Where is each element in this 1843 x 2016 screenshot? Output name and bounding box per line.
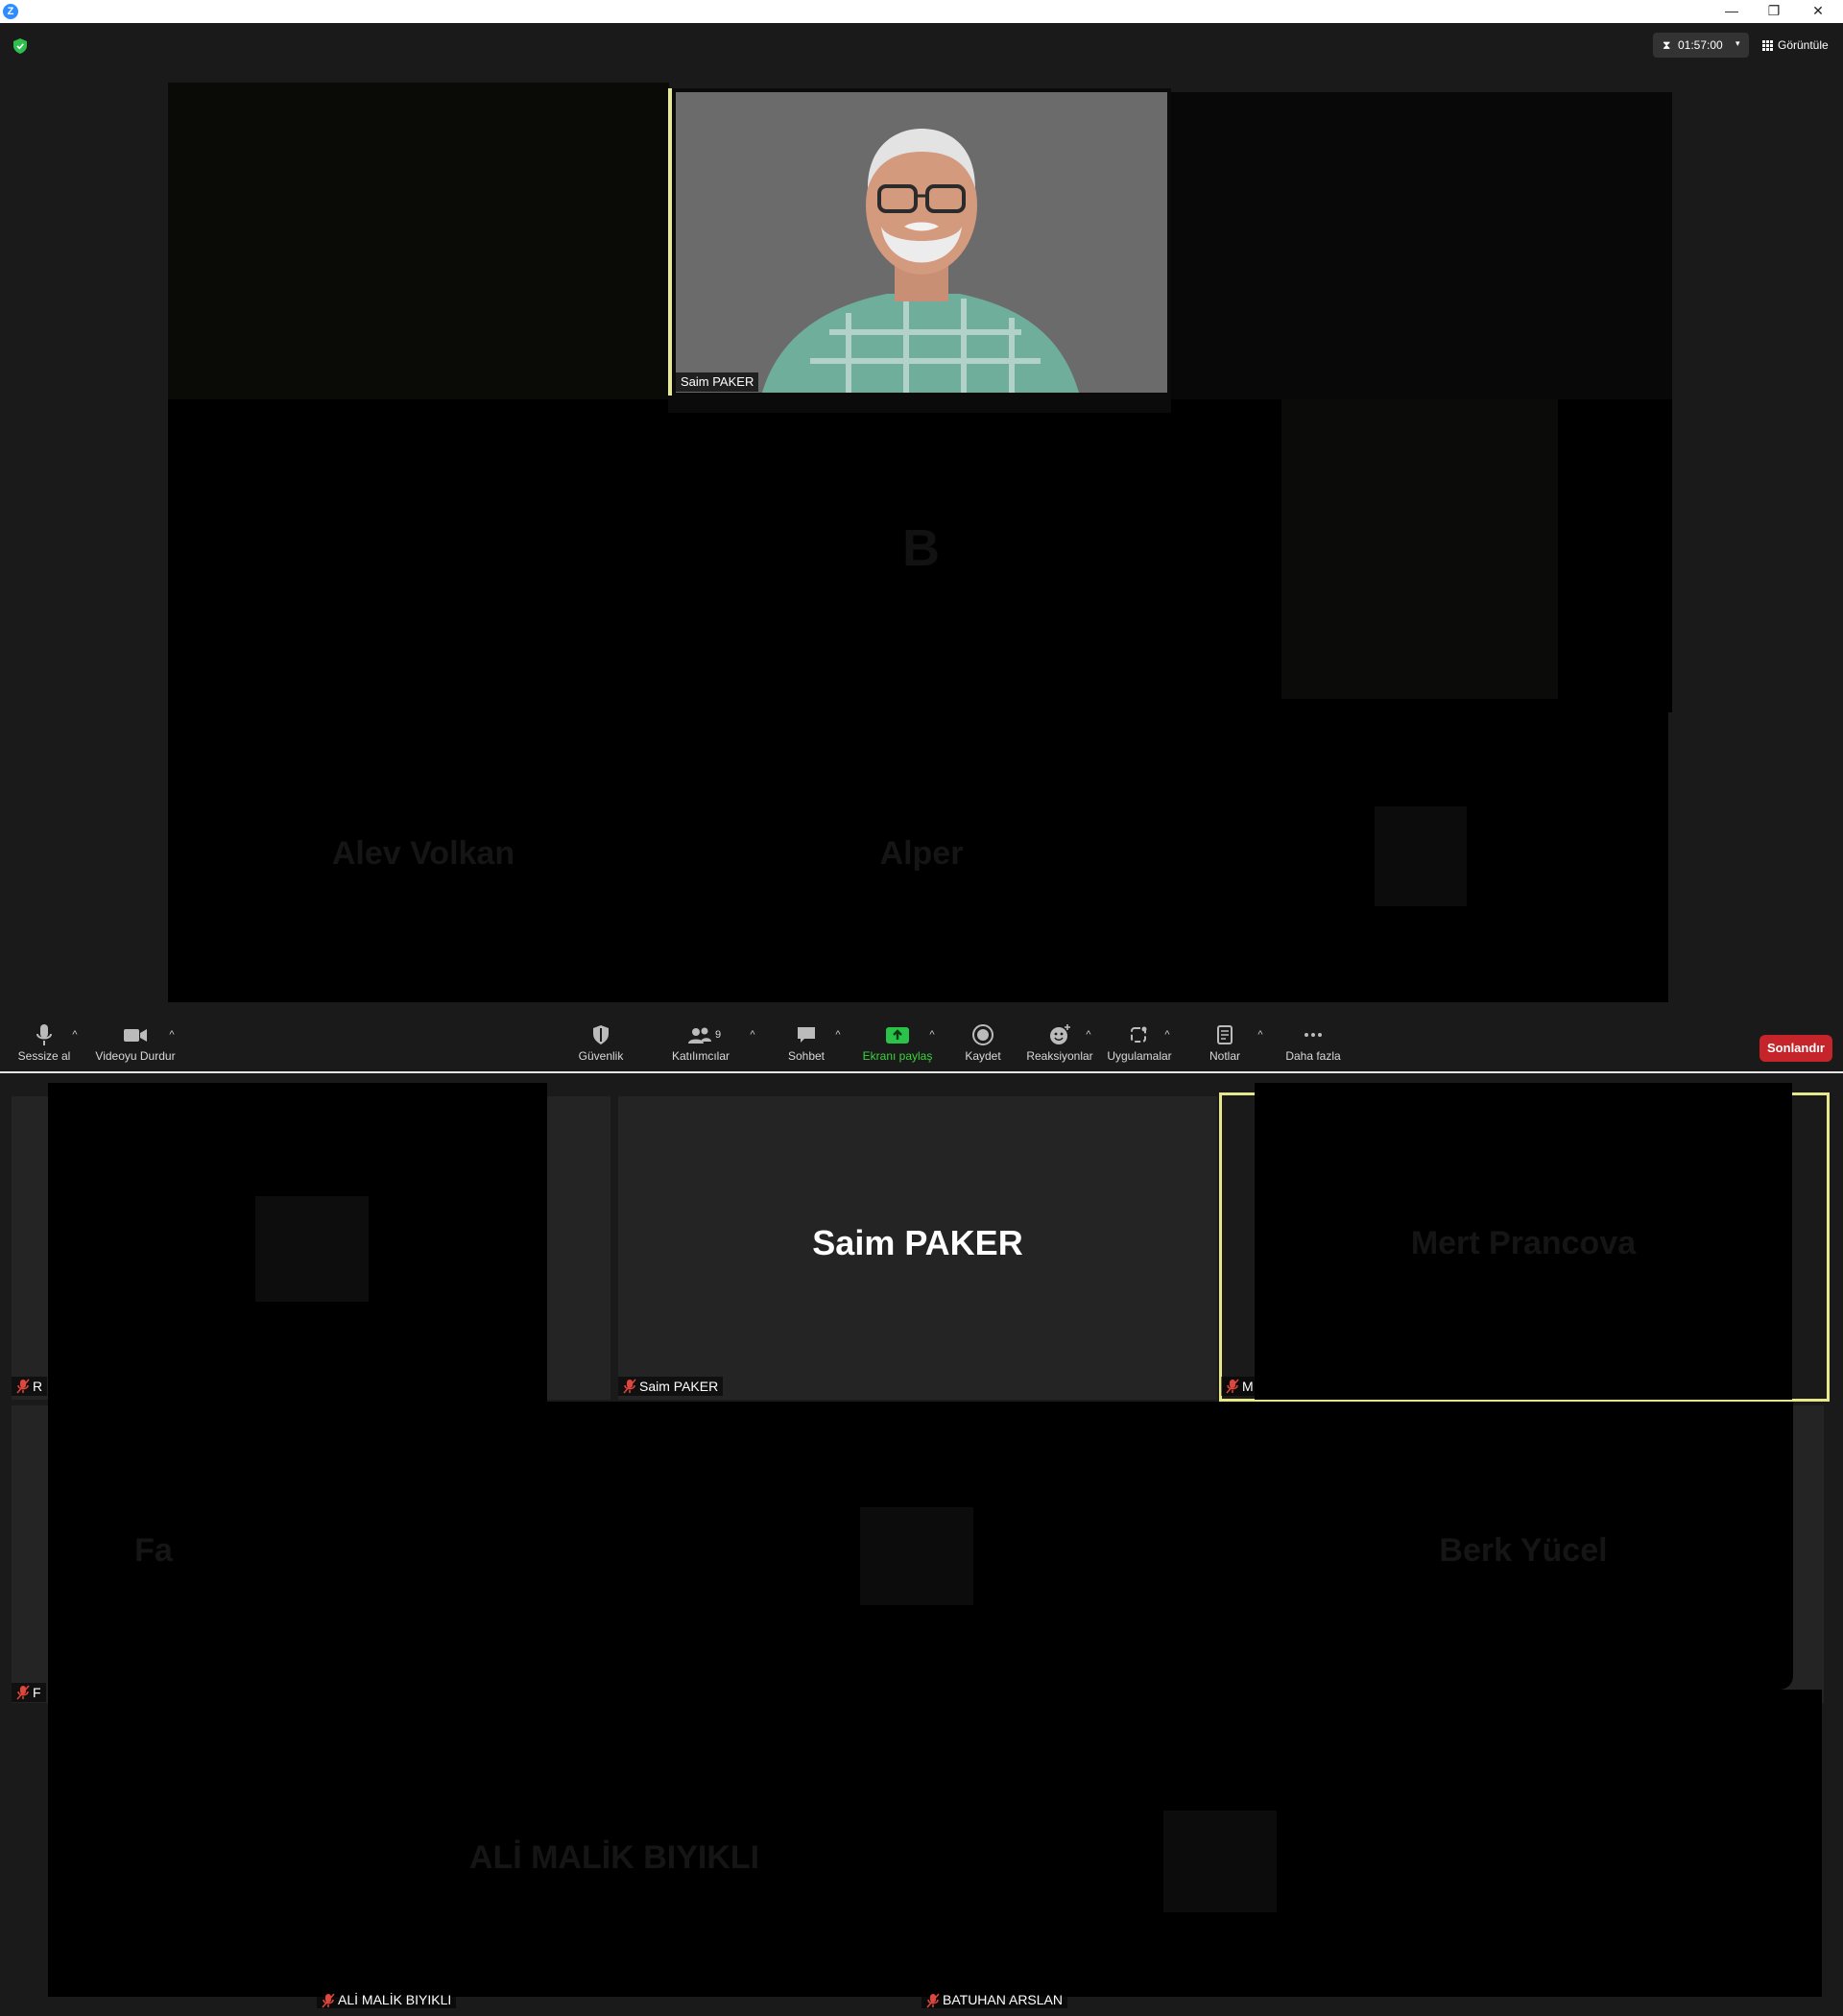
hourglass-icon: ⧗ (1663, 38, 1671, 52)
participants-label: Katılımcılar (671, 1049, 730, 1063)
chat-options-caret[interactable]: ^ (831, 1029, 845, 1041)
speaker-person-image (762, 129, 1079, 393)
apps-options-caret[interactable]: ^ (1161, 1029, 1174, 1041)
apps-icon (1131, 1026, 1147, 1043)
mic-muted-icon (1226, 1379, 1239, 1394)
video-tile-1[interactable] (168, 83, 669, 399)
window-title: Zoom Toplantı (23, 4, 103, 18)
more-button[interactable]: Daha fazla (1279, 1023, 1348, 1063)
participant-name-ghost: Berk Yücel (1439, 1532, 1608, 1569)
active-speaker-border (668, 88, 672, 396)
profile-picture (1163, 1811, 1277, 1912)
mic-muted-icon (16, 1379, 30, 1394)
record-icon (972, 1024, 993, 1045)
participant-name-ghost: Alev Volkan (331, 835, 515, 872)
notes-options-caret[interactable]: ^ (1254, 1029, 1267, 1041)
chat-label: Sohbet (787, 1049, 826, 1063)
participant-name-text: F (33, 1685, 41, 1700)
overlay-cover (48, 1690, 1822, 1997)
avatar-letter: B (902, 519, 940, 577)
video-camera-icon (124, 1029, 147, 1042)
share-screen-icon (886, 1027, 909, 1044)
participant-name-text: BATUHAN ARSLAN (943, 1992, 1063, 2007)
video-tile-6[interactable] (1281, 399, 1558, 699)
profile-picture (1375, 806, 1467, 906)
mute-options-caret[interactable]: ^ (68, 1029, 82, 1041)
notes-label: Notlar (1209, 1049, 1240, 1063)
security-label: Güvenlik (578, 1049, 624, 1063)
zoom-logo-icon: Z (3, 4, 18, 19)
view-label: Görüntüle (1778, 38, 1829, 52)
end-meeting-button[interactable]: Sonlandır (1759, 1035, 1832, 1062)
share-screen-label: Ekranı paylaş (862, 1049, 933, 1063)
mic-muted-icon (322, 1993, 335, 2008)
view-button[interactable]: Görüntüle (1757, 33, 1833, 58)
security-shield-icon (593, 1025, 609, 1044)
notes-button[interactable]: Notlar (1198, 1023, 1252, 1063)
profile-picture (860, 1507, 973, 1605)
participant-name-large: Saim PAKER (812, 1223, 1023, 1262)
chevron-down-icon: ▾ (1735, 38, 1740, 48)
mic-muted-icon (16, 1685, 30, 1700)
chat-bubble-icon (798, 1027, 815, 1043)
active-speaker-name: Saim PAKER (676, 372, 759, 392)
participants-button[interactable]: Katılımcılar (670, 1023, 731, 1063)
microphone-icon (36, 1024, 52, 1045)
participant-name-text: ALİ MALİK BIYIKLI (338, 1992, 452, 2007)
close-button[interactable]: ✕ (1797, 0, 1839, 23)
video-tile-3[interactable] (1171, 92, 1672, 399)
participant-name-label: Saim PAKER (618, 1377, 724, 1396)
share-screen-button[interactable]: Ekranı paylaş (860, 1023, 935, 1063)
timer-value: 01:57:00 (1678, 38, 1723, 52)
restore-button[interactable]: ❐ (1753, 0, 1795, 23)
participants-count: 9 (715, 1029, 722, 1041)
chat-button[interactable]: Sohbet (779, 1023, 833, 1063)
title-bar (0, 0, 1843, 23)
stop-video-label: Videoyu Durdur (95, 1049, 176, 1063)
minimize-button[interactable]: — (1711, 0, 1753, 23)
reactions-smiley-icon (1050, 1024, 1070, 1044)
grid-view-icon (1762, 40, 1773, 51)
active-speaker-video[interactable] (676, 92, 1167, 393)
more-dots-icon (1304, 1033, 1322, 1037)
encryption-shield-icon[interactable] (13, 38, 27, 54)
security-button[interactable]: Güvenlik (574, 1023, 628, 1063)
participant-name-ghost: ALİ MALİK BIYIKLI (468, 1839, 760, 1876)
participant-name-text: Saim PAKER (639, 1379, 719, 1394)
participant-name-label: F (12, 1683, 46, 1702)
apps-label: Uygulamalar (1107, 1049, 1172, 1063)
video-options-caret[interactable]: ^ (165, 1029, 179, 1041)
participant-name-ghost: Fa (134, 1532, 173, 1569)
participant-name-ghost: Alper (879, 835, 964, 872)
profile-picture (255, 1196, 369, 1302)
participants-icon (688, 1027, 711, 1044)
meeting-timer[interactable]: ⧗ 01:57:00 ▾ (1653, 33, 1749, 58)
participant-name-label: BATUHAN ARSLAN (922, 1991, 1067, 2008)
participant-name-text: R (33, 1379, 43, 1394)
reactions-options-caret[interactable]: ^ (1082, 1029, 1095, 1041)
participant-name-label: M (1221, 1377, 1258, 1396)
gallery-tile-saim[interactable]: Saim PAKER (618, 1096, 1217, 1400)
participant-name-ghost: Mert Prancova (1410, 1225, 1637, 1261)
mute-button[interactable]: Sessize al (17, 1023, 71, 1063)
more-label: Daha fazla (1285, 1049, 1341, 1063)
mic-muted-icon (623, 1379, 636, 1394)
mic-muted-icon (926, 1993, 940, 2008)
participants-options-caret[interactable]: ^ (746, 1029, 759, 1041)
participant-name-label: ALİ MALİK BIYIKLI (317, 1991, 457, 2008)
participant-name-text: M (1242, 1379, 1254, 1394)
record-button[interactable]: Kaydet (956, 1023, 1010, 1063)
record-label: Kaydet (965, 1049, 1001, 1063)
reactions-label: Reaksiyonlar (1026, 1049, 1093, 1063)
notes-icon (1217, 1025, 1233, 1044)
share-options-caret[interactable]: ^ (925, 1029, 939, 1041)
participant-name-label: R (12, 1377, 48, 1396)
mute-label: Sessize al (17, 1049, 71, 1063)
